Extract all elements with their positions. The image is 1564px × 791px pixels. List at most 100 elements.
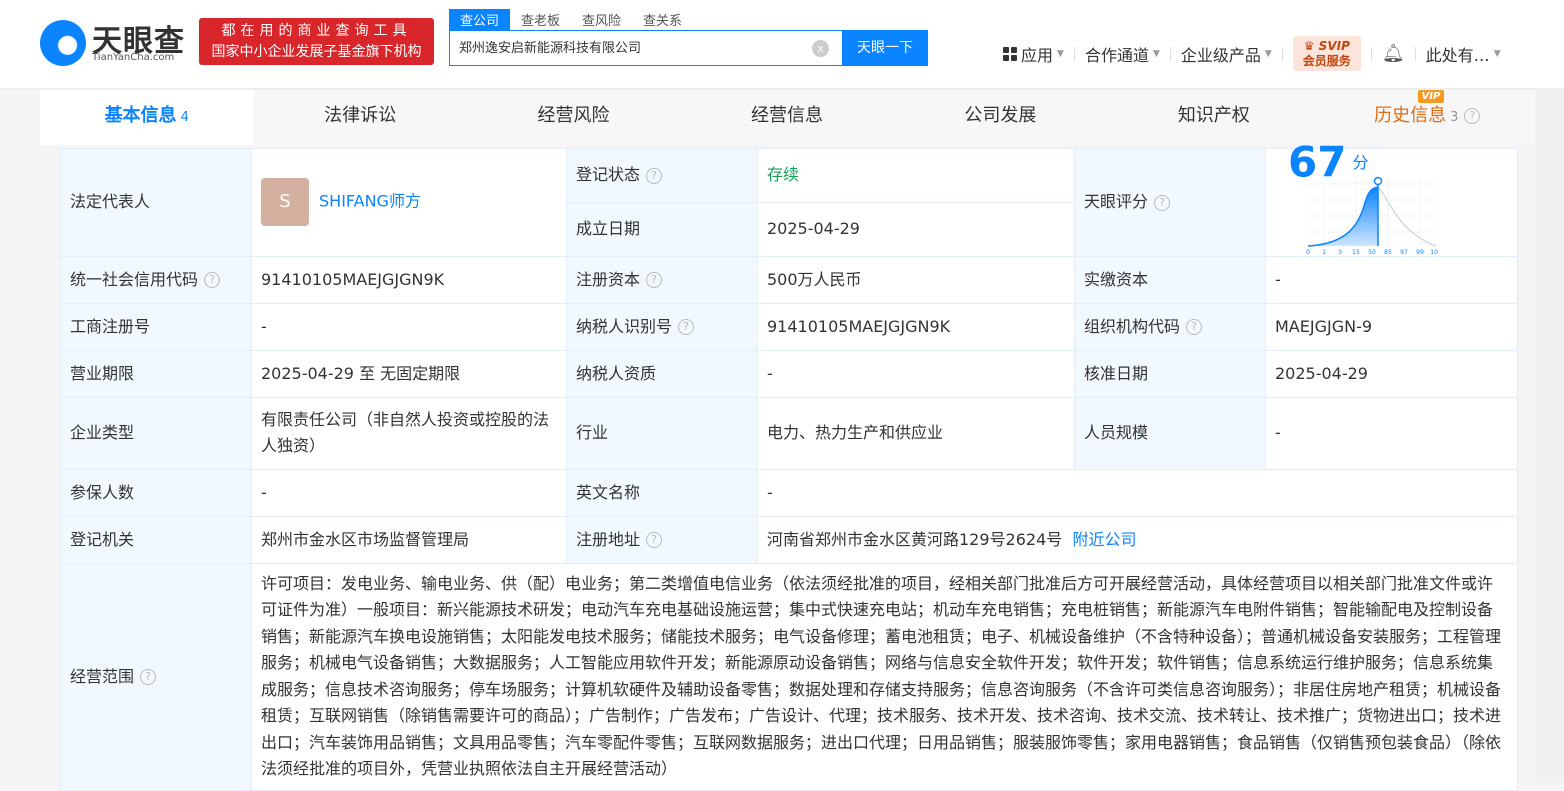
nav-partner[interactable]: 合作通道 ▼ [1085,42,1160,66]
insured-label: 参保人数 [60,468,252,517]
founded-label: 成立日期 [566,201,758,257]
authority-value: 郑州市金水区市场监督管理局 [251,515,567,564]
biz-reg-no-label: 工商注册号 [60,302,252,351]
score-axis-tick: 100 [1430,249,1438,256]
org-code-value: MAEJGJGN-9 [1265,302,1518,351]
score-cell[interactable]: 67分 0131550859799100 [1265,141,1518,257]
credit-code-label: 统一社会信用代码? [60,255,252,304]
help-icon[interactable]: ? [646,272,663,288]
scope-label: 经营范围? [60,562,252,791]
tianyancha-logo[interactable]: 天眼查 TianYanCha.com [40,18,190,68]
type-label: 企业类型 [60,396,252,470]
apps-grid-icon [1003,46,1017,61]
tab-count: 3 [1450,110,1459,125]
score-axis-tick: 0 [1306,249,1310,256]
nav-enterprise-label: 企业级产品 [1180,45,1261,65]
help-icon[interactable]: ? [1464,108,1481,124]
search-input[interactable] [459,39,809,54]
staff-label: 人员规模 [1074,396,1266,470]
term-label: 营业期限 [60,349,252,398]
help-icon[interactable]: ? [1154,194,1171,211]
tab-history[interactable]: VIP 历史信息 3? [1321,90,1534,145]
search-button[interactable]: 天眼一下 [842,30,928,66]
staff-value: - [1265,396,1518,470]
caret-down-icon: ▼ [1152,48,1160,59]
taxpayer-id-value: 91410105MAEJGJGN9K [757,302,1075,351]
tab-count: 4 [180,110,189,125]
slogan-banner[interactable]: 都在用的商业查询工具 国家中小企业发展子基金旗下机构 [199,18,434,65]
approved-value: 2025-04-29 [1265,349,1518,398]
english-value: - [757,468,1518,517]
help-icon[interactable]: ? [646,532,663,548]
nav-partner-label: 合作通道 [1084,45,1149,65]
status-value: 存续 [757,148,1075,203]
slogan-line1: 都在用的商业查询工具 [221,23,412,39]
legal-rep-cell: S SHIFANG师方 [251,148,567,257]
score-axis-tick: 99 [1416,249,1424,256]
address-cell: 河南省郑州市金水区黄河路129号2624号 附近公司 [757,515,1518,564]
nav-apps[interactable]: 应用 ▼ [1003,42,1064,66]
nav-apps-label: 应用 [1021,45,1054,65]
help-icon[interactable]: ? [1186,319,1203,335]
score-label: 天眼评分? [1074,148,1266,257]
score-axis-tick: 15 [1352,249,1360,256]
search-box: x 天眼一下 [449,30,928,66]
scope-value: 许可项目：发电业务、输电业务、供（配）电业务；第二类增值电信业务（依法须经批准的… [251,562,1518,791]
address-label: 注册地址? [566,515,758,564]
legal-rep-label: 法定代表人 [60,148,252,257]
help-icon[interactable]: ? [646,167,663,184]
header: 天眼查 TianYanCha.com 都在用的商业查询工具 国家中小企业发展子基… [0,0,1564,88]
founded-value: 2025-04-29 [757,201,1075,257]
nav-enterprise[interactable]: 企业级产品 ▼ [1181,42,1272,66]
score-unit: 分 [1352,152,1369,172]
tab-development[interactable]: 公司发展 [894,90,1107,145]
search-tab-company[interactable]: 查公司 [449,9,511,30]
search-tab-relation[interactable]: 查关系 [632,9,693,30]
caret-down-icon: ▼ [1493,48,1501,59]
score-axis-tick: 50 [1368,249,1376,256]
scrollbar[interactable] [1536,90,1564,783]
crown-icon: ♛ SVIP [1303,39,1350,53]
tab-basic-info[interactable]: 基本信息 4 [40,90,254,145]
nearby-companies-link[interactable]: 附近公司 [1072,530,1136,549]
basic-info-table: 法定代表人 S SHIFANG师方 登记状态? 存续 天眼评分? 67 分 0131… [60,141,1518,791]
taxpayer-qual-value: - [757,349,1075,398]
caret-down-icon: ▼ [1264,48,1272,59]
tab-risk[interactable]: 经营风险 [467,90,680,145]
user-menu[interactable]: 此处有… ▼ [1426,42,1501,66]
legal-rep-link[interactable]: SHIFANG师方 [319,192,421,211]
industry-label: 行业 [566,396,758,470]
org-code-label: 组织机构代码? [1074,302,1266,351]
slogan-line2: 国家中小企业发展子基金旗下机构 [211,44,422,60]
search-tab-risk[interactable]: 查风险 [571,9,632,30]
tab-operations[interactable]: 经营信息 [680,90,893,145]
bell-icon[interactable]: 🔔︎ [1382,43,1405,64]
svip-label: 会员服务 [1302,54,1351,68]
brand-domain: TianYanCha.com [92,52,175,63]
score-axis-tick: 3 [1338,249,1342,256]
user-name: 此处有… [1425,45,1490,65]
score-axis-tick: 1 [1322,249,1326,256]
score-distribution-chart: 0 1 3 15 50 85 97 99 100 [1306,176,1442,256]
clear-icon[interactable]: x [812,40,829,57]
taxpayer-qual-label: 纳税人资质 [566,349,758,398]
help-icon[interactable]: ? [678,319,695,335]
svip-button[interactable]: ♛ SVIP 会员服务 [1292,36,1361,71]
help-icon[interactable]: ? [204,272,221,288]
reg-capital-label: 注册资本? [566,255,758,304]
score-axis-tick: 85 [1384,249,1392,256]
reg-capital-value: 500万人民币 [757,255,1075,304]
score-axis-tick: 97 [1400,249,1408,256]
vip-badge: VIP [1417,90,1445,103]
approved-label: 核准日期 [1074,349,1266,398]
top-nav: 应用 ▼ 合作通道 ▼ 企业级产品 ▼ ♛ SVIP 会员服务 🔔︎ 此处有… ▼ [1003,36,1501,71]
help-icon[interactable]: ? [140,669,157,685]
search-tab-boss[interactable]: 查老板 [510,9,571,30]
paid-capital-value: - [1265,255,1518,304]
tab-legal[interactable]: 法律诉讼 [253,90,466,145]
authority-label: 登记机关 [60,515,252,564]
caret-down-icon: ▼ [1057,48,1064,59]
search-type-tabs: 查公司 查老板 查风险 查关系 [449,9,693,30]
biz-reg-no-value: - [251,302,567,351]
status-label: 登记状态? [566,148,758,203]
